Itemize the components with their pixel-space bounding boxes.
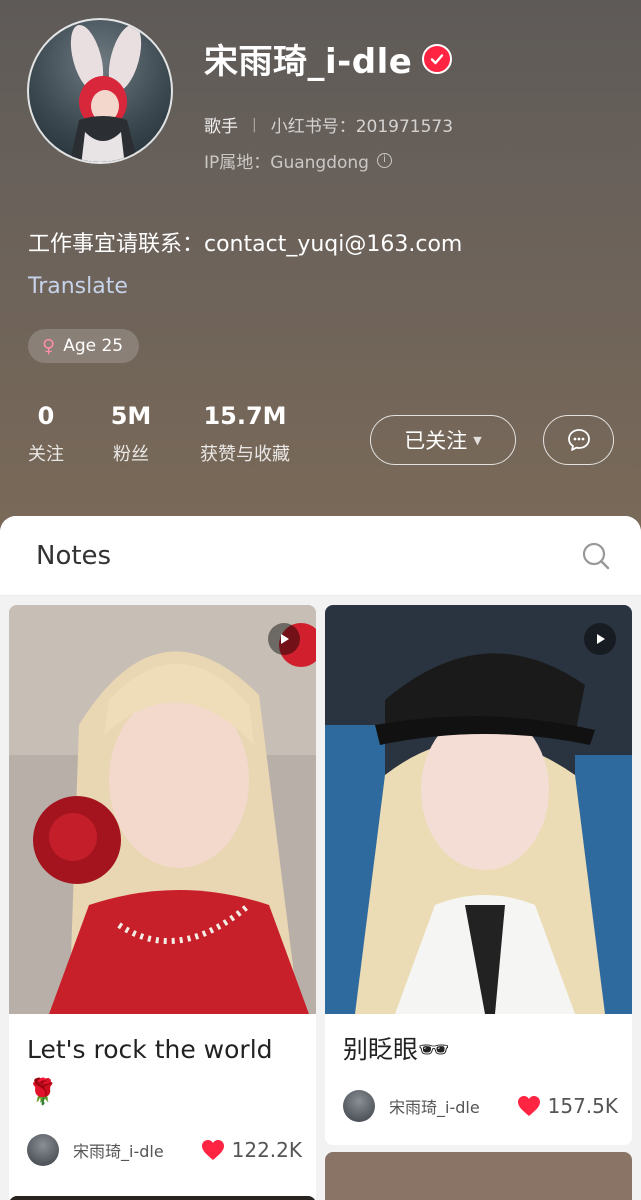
- stat-likes-label: 获赞与收藏: [200, 444, 290, 465]
- stat-fans-value: 5M: [110, 402, 152, 430]
- chat-bubble-icon: [567, 429, 590, 451]
- stat-fans[interactable]: 5M 粉丝: [108, 402, 154, 466]
- note-card-partial[interactable]: [325, 1152, 632, 1200]
- like-count: 122.2K: [231, 1138, 302, 1162]
- age-tag: ♀ Age 25: [28, 329, 140, 363]
- video-play-icon: [584, 623, 616, 655]
- note-title: 别眨眼🕶: [343, 1035, 450, 1064]
- age-tag-label: Age 25: [63, 336, 124, 356]
- note-cover-image: [325, 1152, 632, 1200]
- profile-header: 宋雨琦_i-dle 歌手 | 小红书号：201971573 IP属地：Guang…: [0, 0, 641, 560]
- heart-icon: [201, 1140, 224, 1160]
- author-avatar[interactable]: [27, 1134, 59, 1166]
- heart-icon: [517, 1096, 540, 1116]
- translate-link[interactable]: Translate: [28, 274, 128, 299]
- message-button[interactable]: [543, 415, 614, 465]
- search-icon[interactable]: [581, 541, 611, 571]
- info-icon[interactable]: i: [376, 153, 392, 168]
- notes-panel: Notes Let's rock the world 🌹 宋雨琦_i-dle 1…: [0, 516, 641, 1200]
- author-avatar[interactable]: [343, 1090, 375, 1122]
- note-card[interactable]: 别眨眼🕶 宋雨琦_i-dle 157.5K: [325, 605, 632, 1145]
- stat-following[interactable]: 0 关注: [26, 402, 66, 466]
- profile-bio: 工作事宜请联系：contact_yuqi@163.com: [28, 232, 463, 257]
- stat-fans-label: 粉丝: [113, 444, 149, 465]
- note-footer: 宋雨琦_i-dle 157.5K: [343, 1090, 618, 1122]
- profile-name: 宋雨琦_i-dle: [204, 42, 413, 82]
- profile-avatar[interactable]: [27, 18, 173, 164]
- note-title: Let's rock the world: [27, 1035, 273, 1064]
- like-count: 157.5K: [547, 1094, 618, 1118]
- ip-location: IP属地：Guangdong: [204, 153, 369, 173]
- notes-tab[interactable]: Notes: [36, 541, 111, 571]
- female-icon: ♀: [42, 335, 56, 357]
- verified-badge-icon: [422, 43, 453, 74]
- author-name[interactable]: 宋雨琦_i-dle: [73, 1138, 200, 1162]
- like-button[interactable]: 122.2K: [200, 1138, 302, 1162]
- stat-likes-value: 15.7M: [203, 402, 287, 430]
- avatar-photo: [69, 24, 142, 162]
- following-button-label: 已关注: [404, 429, 468, 453]
- author-name[interactable]: 宋雨琦_i-dle: [389, 1094, 516, 1118]
- note-footer: 宋雨琦_i-dle 122.2K: [27, 1134, 302, 1166]
- occupation-label: 歌手: [204, 117, 238, 137]
- like-button[interactable]: 157.5K: [516, 1094, 618, 1118]
- notes-tab-bar: Notes: [0, 516, 641, 596]
- note-cover-image: [9, 1196, 316, 1200]
- note-cover-image: [325, 605, 632, 1014]
- meta-divider: |: [252, 116, 257, 133]
- note-card-partial[interactable]: [9, 1196, 316, 1200]
- stat-following-label: 关注: [28, 444, 64, 465]
- video-play-icon: [268, 623, 300, 655]
- note-card[interactable]: Let's rock the world 🌹 宋雨琦_i-dle 122.2K: [9, 605, 316, 1200]
- following-button[interactable]: 已关注 ▼: [370, 415, 516, 465]
- note-title-emoji: 🌹: [27, 1077, 59, 1106]
- caret-down-icon: ▼: [473, 433, 482, 447]
- xhs-id[interactable]: 小红书号：201971573: [271, 112, 453, 137]
- note-cover-image: [9, 605, 316, 1014]
- stat-likes-collects[interactable]: 15.7M 获赞与收藏: [196, 402, 294, 466]
- stat-following-value: 0: [37, 402, 55, 430]
